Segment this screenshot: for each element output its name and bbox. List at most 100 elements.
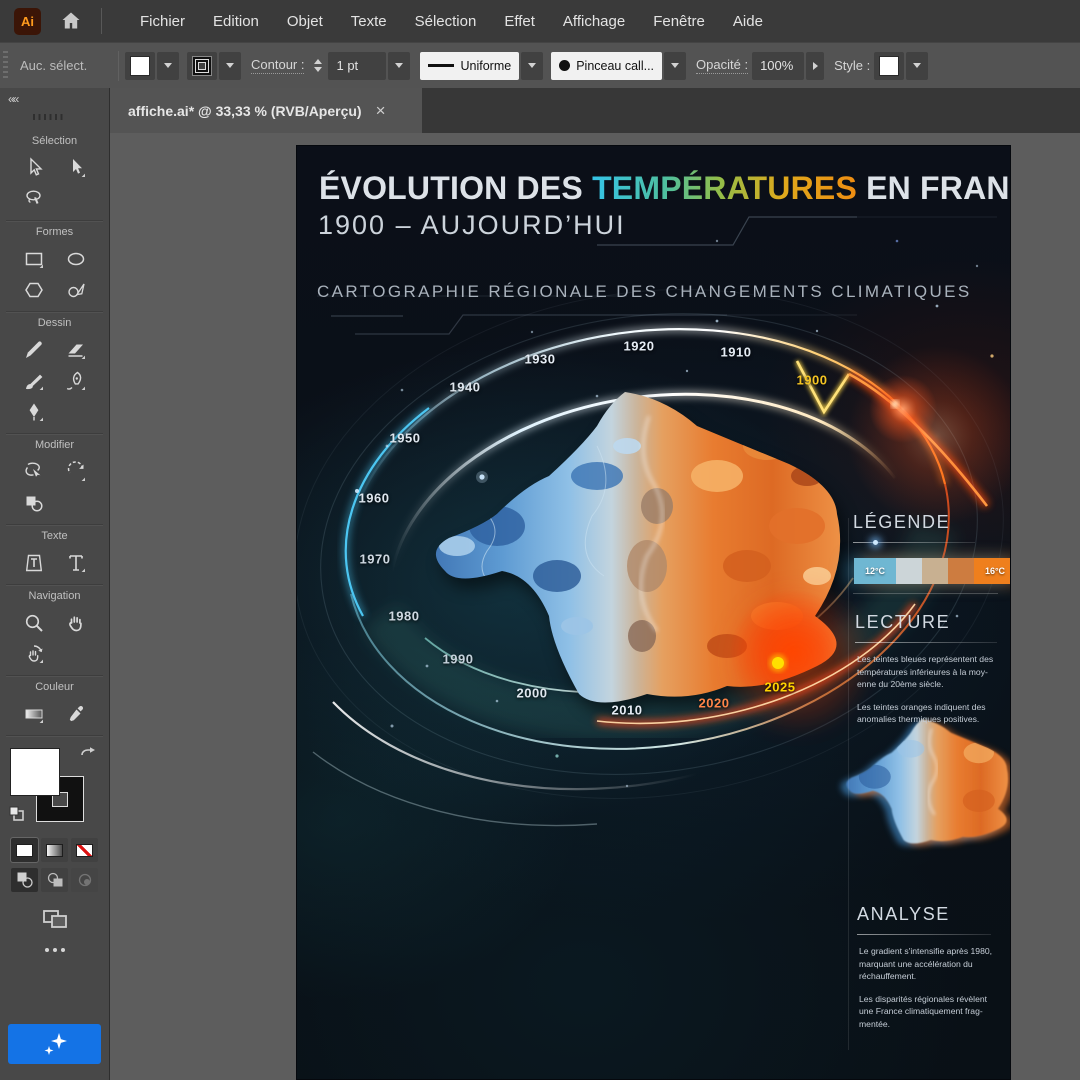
menubar: Ai FichierEditionObjetTexteSélectionEffe…: [0, 0, 1080, 42]
tool-eraser[interactable]: [59, 334, 93, 365]
menu-selection[interactable]: Sélection: [401, 0, 491, 42]
year-label-1900: 1900: [797, 373, 828, 388]
toolbar-section-modifier: Modifier: [0, 434, 109, 518]
fill-color-swatch[interactable]: [125, 52, 155, 80]
tool-eyedropper[interactable]: [59, 698, 93, 729]
default-fill-stroke-icon[interactable]: [8, 805, 26, 828]
tool-rectangle[interactable]: [17, 243, 51, 274]
tab-bar: affiche.ai* @ 33,33 % (RVB/Aperçu) ×: [110, 88, 1080, 133]
menu-texte[interactable]: Texte: [337, 0, 401, 42]
fill-type-buttons: [0, 838, 109, 862]
home-icon[interactable]: [59, 9, 83, 33]
selection-status: Auc. sélect.: [20, 58, 112, 73]
style-dropdown[interactable]: [906, 52, 928, 80]
swap-fill-stroke-icon[interactable]: [79, 746, 97, 767]
tab-close-icon[interactable]: ×: [376, 101, 386, 121]
tool-ellipse[interactable]: [59, 243, 93, 274]
more-tools-button[interactable]: [0, 948, 109, 952]
fill-stroke-widget: [0, 744, 109, 830]
analyse-underline: [857, 934, 991, 935]
rotate-icon: [64, 460, 88, 484]
tool-type[interactable]: [59, 547, 93, 578]
stroke-color-swatch[interactable]: [187, 52, 217, 80]
lecture-text: Les teintes bleues représentent destempé…: [857, 653, 1009, 736]
rectangle-icon: [22, 247, 46, 271]
tools-panel-grip[interactable]: [33, 114, 65, 120]
draw-behind-button[interactable]: [41, 868, 68, 892]
menu-effet[interactable]: Effet: [490, 0, 549, 42]
document-tab[interactable]: affiche.ai* @ 33,33 % (RVB/Aperçu) ×: [110, 88, 422, 133]
opacity-field[interactable]: 100%: [752, 52, 804, 80]
tool-paintbrush[interactable]: [17, 365, 51, 396]
touch-type-icon: [22, 551, 46, 575]
lasso-icon: [22, 187, 46, 211]
collapse-panel-icon[interactable]: ««: [8, 92, 17, 106]
stroke-color-dropdown[interactable]: [219, 52, 241, 80]
menu-fichier[interactable]: Fichier: [126, 0, 199, 42]
fill-proxy[interactable]: [10, 748, 60, 796]
stroke-profile-dropdown[interactable]: [521, 52, 543, 80]
tool-lasso[interactable]: [17, 183, 51, 214]
fill-color-dropdown[interactable]: [157, 52, 179, 80]
toolbar-divider: [6, 735, 103, 736]
tool-gradient[interactable]: [17, 698, 51, 729]
eyedropper-icon: [64, 702, 88, 726]
year-label-2025: 2025: [765, 680, 796, 695]
stroke-label[interactable]: Contour :: [251, 57, 304, 74]
shape-builder-icon: [22, 491, 46, 515]
stroke-profile-control[interactable]: Uniforme: [420, 52, 519, 80]
opacity-options-button[interactable]: [806, 52, 824, 80]
year-label-1910: 1910: [721, 345, 752, 360]
stroke-width-field[interactable]: 1 pt: [328, 52, 386, 80]
menu-affichage[interactable]: Affichage: [549, 0, 639, 42]
menu-fenetre[interactable]: Fenêtre: [639, 0, 719, 42]
color-fill-button[interactable]: [11, 838, 38, 862]
gradient-fill-button[interactable]: [41, 838, 68, 862]
stroke-width-stepper[interactable]: [310, 59, 326, 72]
brush-control[interactable]: Pinceau call...: [551, 52, 662, 80]
tool-shape-builder[interactable]: [17, 487, 51, 518]
artboard[interactable]: ÉVOLUTION DES TEMPÉRATURES EN FRANCE 190…: [296, 145, 1011, 1080]
style-label: Style :: [834, 58, 870, 73]
artboard-tool-icon[interactable]: [0, 906, 109, 932]
gradient-icon: [22, 702, 46, 726]
year-label-1950: 1950: [390, 431, 421, 446]
tool-selection[interactable]: [17, 152, 51, 183]
tool-pencil[interactable]: [17, 334, 51, 365]
opacity-label[interactable]: Opacité :: [696, 57, 748, 74]
tool-curvature-pen[interactable]: [59, 365, 93, 396]
tool-direct-selection[interactable]: [59, 152, 93, 183]
legend-bottom-line: [853, 593, 998, 594]
tool-shaper[interactable]: [59, 274, 93, 305]
year-label-1960: 1960: [359, 491, 390, 506]
tool-rotate[interactable]: [59, 456, 93, 487]
canvas-pasteboard[interactable]: ÉVOLUTION DES TEMPÉRATURES EN FRANCE 190…: [110, 133, 1080, 1080]
toolbar-section-couleur: Couleur: [0, 676, 109, 729]
panel-grip[interactable]: [3, 51, 8, 81]
tool-hand[interactable]: [59, 607, 93, 638]
draw-normal-button[interactable]: [11, 868, 38, 892]
tool-rotate-view[interactable]: [17, 638, 51, 669]
tool-touch-type[interactable]: [17, 547, 51, 578]
generative-ai-button[interactable]: [8, 1024, 101, 1064]
year-label-1980: 1980: [389, 609, 420, 624]
menu-aide[interactable]: Aide: [719, 0, 777, 42]
no-fill-button[interactable]: [71, 838, 98, 862]
tool-pen[interactable]: [17, 396, 51, 427]
illustrator-logo[interactable]: Ai: [14, 8, 41, 35]
stroke-profile-icon: [428, 64, 454, 67]
tool-free-transform[interactable]: [17, 456, 51, 487]
style-swatch[interactable]: [874, 52, 904, 80]
sidebar-rule: [848, 518, 849, 1050]
menu-edition[interactable]: Edition: [199, 0, 273, 42]
direct-selection-icon: [64, 156, 88, 180]
brush-dropdown[interactable]: [664, 52, 686, 80]
hand-icon: [64, 611, 88, 635]
menu-objet[interactable]: Objet: [273, 0, 337, 42]
menubar-separator: [101, 8, 102, 34]
stroke-width-dropdown[interactable]: [388, 52, 410, 80]
tool-zoom[interactable]: [17, 607, 51, 638]
tool-polygon[interactable]: [17, 274, 51, 305]
analyse-heading: ANALYSE: [857, 904, 950, 925]
toolbar-section-texte: Texte: [0, 525, 109, 578]
